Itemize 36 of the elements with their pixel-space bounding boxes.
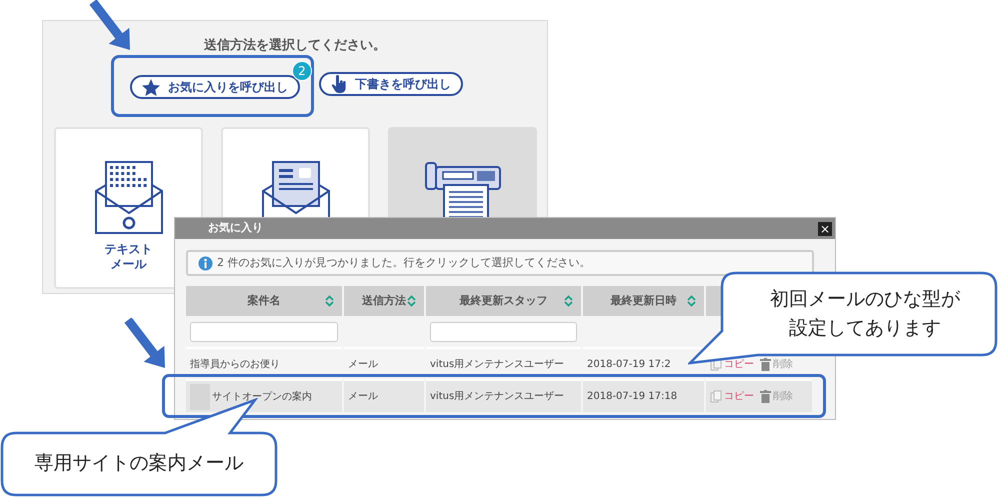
table-cell: vitus用メンテナンスユーザー <box>430 391 564 402</box>
trash-icon <box>760 358 771 370</box>
filter-field[interactable] <box>430 322 577 342</box>
info-message: 2 件のお気に入りが見つかりました。行をクリックして選択してください。 <box>217 254 590 271</box>
callout-text: 初回メールのひな型が <box>770 286 960 312</box>
delete-link[interactable]: 削除 <box>760 356 793 372</box>
dialog-title: お気に入り <box>208 220 263 236</box>
send-method-card[interactable]: テキスト メール <box>54 127 203 289</box>
table-cell: メール <box>348 391 378 402</box>
recall-button[interactable]: 下書きを呼び出し <box>319 72 463 96</box>
envelope-icon <box>94 161 164 234</box>
sort-icon <box>687 295 696 307</box>
filter-field[interactable] <box>190 322 338 342</box>
star-icon <box>142 78 160 96</box>
count-badge: 2 <box>292 61 312 82</box>
copy-icon <box>710 390 722 403</box>
table-cell: 2018-07-19 17:2 <box>587 358 671 370</box>
callout-text: 専用サイトの案内メール <box>34 451 244 476</box>
sort-icon <box>564 295 573 307</box>
trash-icon <box>760 390 771 403</box>
sort-icon <box>407 295 416 307</box>
table-cell: vitus用メンテナンスユーザー <box>430 358 564 370</box>
table-cell: 2018-07-19 17:18 <box>587 391 678 402</box>
pointing-hand-icon <box>331 75 347 93</box>
table-cell: サイトオープンの案内 <box>212 391 312 402</box>
recall-button[interactable]: お気に入りを呼び出し <box>130 75 300 100</box>
card-label: テキスト メール <box>104 242 152 272</box>
copy-link[interactable]: コピー <box>710 389 754 404</box>
column-header[interactable]: 案件名 <box>248 292 280 310</box>
callout-text: 設定してあります <box>789 316 941 341</box>
info-icon <box>198 256 213 270</box>
close-button[interactable]: × <box>818 222 832 236</box>
sort-icon <box>325 295 334 307</box>
panel-title: 送信方法を選択してください。 <box>203 36 387 54</box>
table-cell: 指導員からのお便り <box>190 358 280 370</box>
table-cell: メール <box>348 358 378 370</box>
